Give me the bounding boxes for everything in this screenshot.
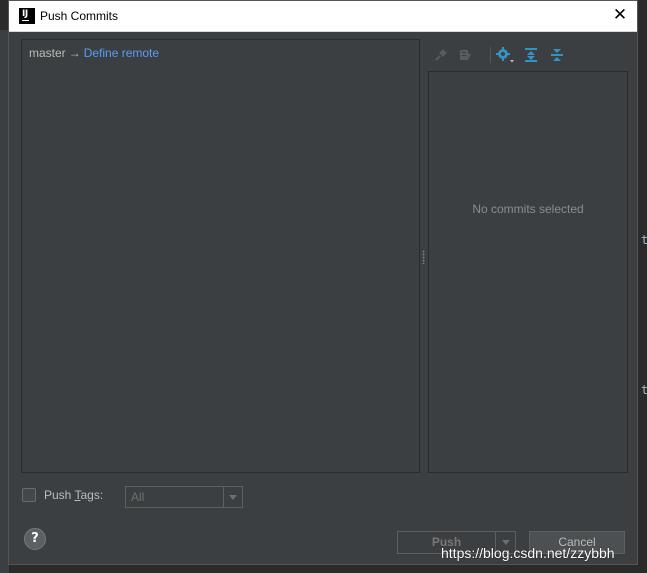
push-tags-label-prefix: Push xyxy=(44,488,75,502)
screen: t t IJ Push Commits ✕ master → Define remo… xyxy=(0,0,647,573)
push-tags-label[interactable]: Push Tags: xyxy=(44,488,103,502)
pin-button[interactable] xyxy=(431,45,451,65)
chevron-down-icon xyxy=(223,487,242,507)
branch-row: master → Define remote xyxy=(29,46,159,60)
watermark-text: https://blog.csdn.net/zzybbh xyxy=(441,545,615,561)
background-editor-edge xyxy=(638,30,647,573)
panel-splitter-handle[interactable] xyxy=(422,250,425,264)
expand-all-icon xyxy=(525,48,537,62)
arrow-icon: → xyxy=(68,46,81,60)
pin-icon xyxy=(435,49,447,61)
no-commits-selected-text: No commits selected xyxy=(472,202,584,216)
expand-all-button[interactable] xyxy=(521,45,541,65)
collapse-all-icon xyxy=(551,49,563,61)
close-icon: ✕ xyxy=(612,5,628,25)
toolbar-separator xyxy=(490,47,491,63)
help-button[interactable]: ? xyxy=(24,528,46,550)
title-bar[interactable]: IJ Push Commits ✕ xyxy=(9,1,637,32)
collapse-all-button[interactable] xyxy=(547,45,567,65)
settings-icon xyxy=(496,47,514,63)
local-branch-name: master xyxy=(29,46,66,60)
settings-button[interactable] xyxy=(495,45,515,65)
background-text-fragment: t xyxy=(641,383,647,397)
background-text-fragment: t xyxy=(641,233,647,247)
tags-select-value: All xyxy=(131,490,145,504)
details-toolbar xyxy=(431,45,631,65)
push-tags-label-suffix: ags: xyxy=(80,488,104,502)
define-remote-link[interactable]: Define remote xyxy=(84,46,159,60)
push-tags-checkbox[interactable] xyxy=(22,488,36,502)
tags-select[interactable]: All xyxy=(125,486,243,508)
edit-commit-icon xyxy=(460,50,471,60)
push-commits-dialog: IJ Push Commits ✕ master→Define remote xyxy=(8,0,638,565)
intellij-icon: IJ xyxy=(19,8,35,24)
dialog-title: Push Commits xyxy=(40,9,119,23)
commit-details-panel: No commits selected xyxy=(428,71,628,473)
push-tags-row: Push Tags: All xyxy=(22,486,243,508)
close-button[interactable]: ✕ xyxy=(603,1,637,31)
commits-tree-panel[interactable]: master → Define remote xyxy=(21,39,420,473)
edit-commit-button[interactable] xyxy=(455,45,475,65)
